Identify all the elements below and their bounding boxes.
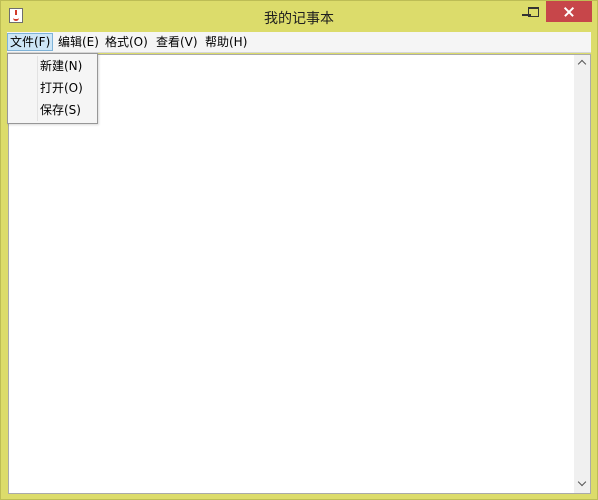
menu-view[interactable]: 查看(V)	[154, 34, 200, 50]
app-window: 我的记事本 文件(F) 编辑(E) 格式(O) 查看(V) 帮助(H) 新建(N…	[0, 0, 598, 500]
scroll-up-arrow-icon[interactable]	[574, 55, 590, 72]
menu-item-save[interactable]: 保存(S)	[40, 101, 81, 119]
menu-file[interactable]: 文件(F)	[7, 33, 54, 51]
menu-edit[interactable]: 编辑(E)	[56, 34, 101, 50]
menu-bar: 文件(F) 编辑(E) 格式(O) 查看(V) 帮助(H)	[7, 32, 591, 53]
menu-help[interactable]: 帮助(H)	[203, 34, 249, 50]
vertical-scrollbar[interactable]	[574, 55, 590, 493]
menu-item-open[interactable]: 打开(O)	[40, 79, 83, 97]
menu-divider	[37, 56, 38, 121]
file-menu-dropdown: 新建(N) 打开(O) 保存(S)	[7, 53, 98, 124]
scroll-down-arrow-icon[interactable]	[574, 476, 590, 493]
window-title: 我的记事本	[264, 11, 334, 27]
menu-item-new[interactable]: 新建(N)	[40, 57, 82, 75]
title-bar[interactable]: 我的记事本	[1, 1, 597, 31]
menu-format[interactable]: 格式(O)	[103, 34, 150, 50]
maximize-button[interactable]	[520, 1, 546, 22]
close-button[interactable]	[546, 1, 592, 22]
